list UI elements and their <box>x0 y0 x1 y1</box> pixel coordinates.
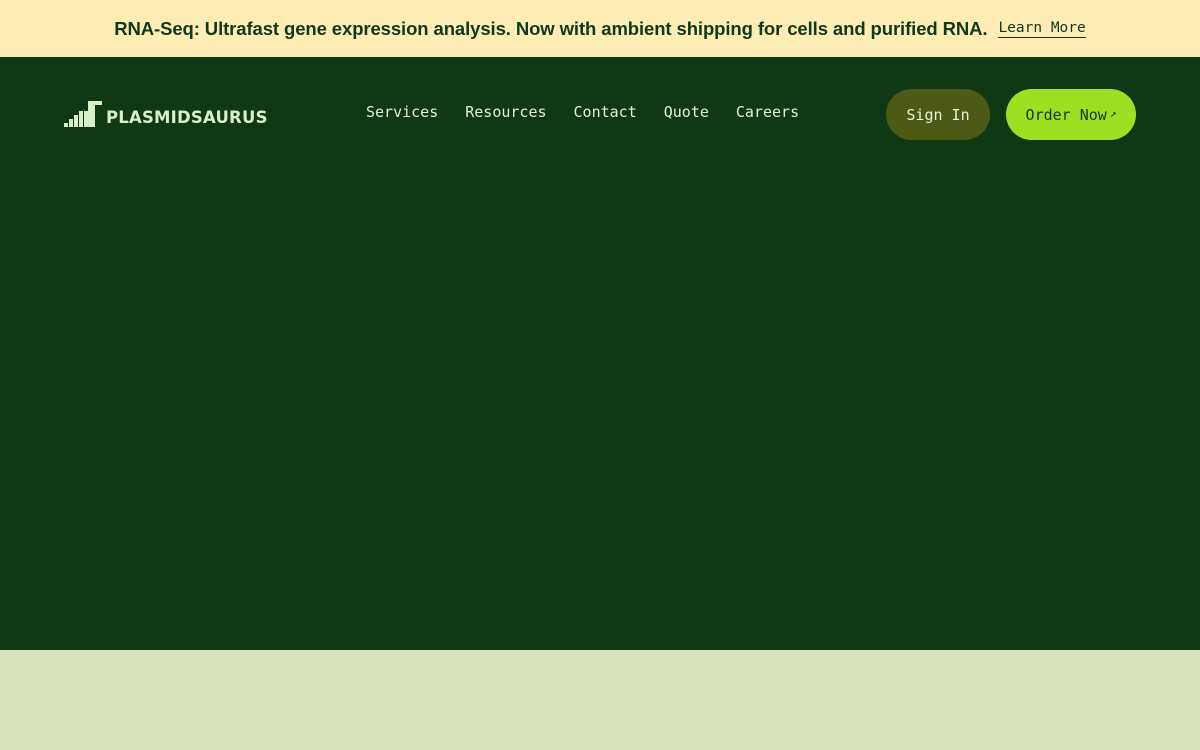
nav-services[interactable]: Services <box>366 103 438 121</box>
hero-section: PLASMIDSAURUS Services Resources Contact… <box>0 57 1200 650</box>
nav-resources[interactable]: Resources <box>465 103 546 121</box>
logo-text: PLASMIDSAURUS <box>106 107 268 127</box>
order-now-label: Order Now <box>1025 105 1107 124</box>
learn-more-link[interactable]: Learn More <box>998 20 1086 38</box>
nav-quote[interactable]: Quote <box>664 103 709 121</box>
lower-section <box>0 650 1200 750</box>
announcement-banner: RNA-Seq: Ultrafast gene expression analy… <box>0 0 1200 57</box>
site-logo[interactable]: PLASMIDSAURUS <box>64 101 268 127</box>
nav-contact[interactable]: Contact <box>574 103 637 121</box>
sign-in-label: Sign In <box>906 105 970 124</box>
announcement-text: RNA-Seq: Ultrafast gene expression analy… <box>114 17 988 39</box>
sign-in-button[interactable]: Sign In <box>886 89 990 140</box>
arrow-up-right-icon: ↗ <box>1109 107 1117 120</box>
logo-mark-icon <box>64 101 102 127</box>
main-nav: Services Resources Contact Quote Careers <box>366 103 799 121</box>
nav-careers[interactable]: Careers <box>736 103 799 121</box>
order-now-button[interactable]: Order Now ↗ <box>1006 89 1136 140</box>
